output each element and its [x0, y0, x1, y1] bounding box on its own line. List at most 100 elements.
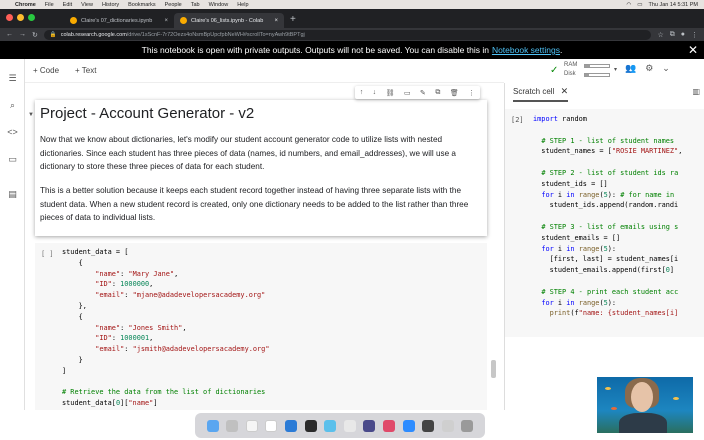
tab-dictionaries[interactable]: Claire's 07_dictionaries.ipynb ×	[64, 13, 174, 28]
menubar-file[interactable]: File	[45, 2, 54, 8]
code-cell-source[interactable]: student_data = [ { "name": "Mary Jane", …	[62, 247, 269, 409]
screenshot-icon[interactable]	[422, 419, 435, 432]
ram-label: RAM	[564, 62, 578, 68]
window-controls	[6, 14, 35, 21]
cell-toolbar: ↑ ↓ ⛓ ▭ ✎ ⧉ 🗑 ⋮	[355, 86, 480, 99]
menubar-window[interactable]: Window	[209, 2, 229, 8]
grid-view-icon[interactable]: ▥	[692, 87, 700, 96]
scratch-tab-label: Scratch cell	[513, 87, 555, 96]
connected-check-icon: ✓	[550, 65, 559, 76]
reload-icon[interactable]: ↻	[32, 31, 38, 39]
calendar-icon[interactable]	[245, 419, 258, 432]
header-actions: 👥 ⚙ ⌄	[625, 63, 670, 74]
scratch-cell-tab[interactable]: Scratch cell ✕	[513, 86, 569, 102]
close-icon[interactable]: ✕	[688, 43, 698, 57]
menubar-app-name[interactable]: Chrome	[15, 2, 36, 8]
lock-icon: 🔒	[49, 31, 57, 38]
url-path: /drive/1sScnF-7r72Oezs4oNsmBpUpcfpbNeWH#…	[126, 31, 305, 38]
notebook-main: ↑ ↓ ⛓ ▭ ✎ ⧉ 🗑 ⋮ ▼ Project - Account Gene…	[25, 83, 504, 410]
finder-icon[interactable]	[206, 419, 219, 432]
chevron-down-icon[interactable]: ⌄	[662, 63, 670, 74]
wifi-icon[interactable]: ◠	[626, 2, 631, 8]
maximize-window-button[interactable]	[28, 14, 35, 21]
launchpad-icon[interactable]	[226, 419, 239, 432]
disk-usage-bar	[584, 73, 610, 77]
colab-sidebar: ☰ ⌕ <> ▭ ▤	[0, 59, 25, 410]
code-snippets-icon[interactable]: <>	[7, 127, 18, 138]
vscode-icon[interactable]	[284, 419, 297, 432]
more-icon[interactable]: ⋮	[468, 89, 475, 97]
edit-icon[interactable]: ✎	[420, 89, 426, 97]
address-bar-row: ← → ↻ 🔒 colab.research.google.com /drive…	[0, 28, 704, 41]
add-code-button[interactable]: + Code	[33, 66, 59, 75]
minimize-window-button[interactable]	[17, 14, 24, 21]
chrome-icon[interactable]	[265, 419, 278, 432]
scratch-exec-count: [2]	[511, 116, 524, 124]
app-store-icon[interactable]	[324, 419, 337, 432]
tab-close-icon[interactable]: ×	[274, 18, 278, 24]
trash-icon[interactable]	[461, 419, 474, 432]
slack-icon[interactable]	[382, 419, 395, 432]
collapse-section-icon[interactable]: ▼	[28, 112, 34, 118]
menubar-view[interactable]: View	[81, 2, 93, 8]
url-field[interactable]: 🔒 colab.research.google.com /drive/1sScn…	[43, 29, 652, 40]
new-tab-button[interactable]: +	[284, 13, 302, 28]
move-up-icon[interactable]: ↑	[360, 89, 364, 96]
close-window-button[interactable]	[6, 14, 13, 21]
comment-icon[interactable]: ▭	[404, 89, 411, 97]
delete-icon[interactable]: 🗑	[450, 89, 459, 97]
menubar-clock[interactable]: Thu Jan 14 5:31 PM	[648, 2, 698, 8]
back-icon[interactable]: ←	[6, 31, 13, 38]
forward-icon[interactable]: →	[19, 31, 26, 38]
link-icon[interactable]: ⛓	[386, 89, 395, 97]
zoom-icon[interactable]	[402, 419, 415, 432]
menubar-people[interactable]: People	[165, 2, 182, 8]
notes-icon[interactable]	[343, 419, 356, 432]
search-icon[interactable]: ⌕	[7, 100, 18, 111]
battery-icon[interactable]: ▭	[637, 2, 642, 8]
menubar-help[interactable]: Help	[237, 2, 248, 8]
settings-icon[interactable]: ⚙	[645, 63, 653, 74]
macos-menubar: Chrome File Edit View History Bookmarks …	[0, 0, 704, 9]
menubar-bookmarks[interactable]: Bookmarks	[128, 2, 156, 8]
bookmark-star-icon[interactable]: ☆	[657, 31, 663, 39]
browser-tab-strip: Claire's 07_dictionaries.ipynb × Claire'…	[0, 9, 704, 28]
banner-message: This notebook is open with private outpu…	[141, 45, 489, 55]
extensions-icon[interactable]: ⧉	[670, 31, 675, 39]
code-cell-exec-count[interactable]: [ ]	[41, 250, 54, 258]
scratch-panel: Scratch cell ✕ ▥ [2] import random # STE…	[504, 83, 704, 410]
tab-title: Claire's 06_lists.ipynb - Colab	[191, 17, 264, 24]
chrome-menu-icon[interactable]: ⋮	[691, 31, 698, 39]
banner-suffix: .	[559, 45, 563, 55]
files-icon[interactable]: ▭	[7, 154, 18, 165]
tab-title: Claire's 07_dictionaries.ipynb	[81, 17, 153, 24]
colab-favicon-icon	[180, 17, 187, 24]
profile-icon[interactable]: ●	[681, 31, 685, 38]
tab-close-icon[interactable]: ×	[164, 18, 168, 24]
scratch-code-source[interactable]: import random # STEP 1 - list of student…	[533, 114, 682, 319]
private-outputs-banner: This notebook is open with private outpu…	[0, 41, 704, 59]
tab-lists[interactable]: Claire's 06_lists.ipynb - Colab ×	[174, 13, 284, 28]
table-of-contents-icon[interactable]: ☰	[7, 73, 18, 84]
section-title: Project - Account Generator - v2	[40, 105, 255, 122]
resource-monitor[interactable]: ✓ RAM Disk ▾	[548, 61, 618, 81]
menubar-history[interactable]: History	[102, 2, 119, 8]
add-text-button[interactable]: + Text	[75, 66, 96, 75]
messenger-icon[interactable]	[363, 419, 376, 432]
copy-icon[interactable]: ⧉	[435, 89, 440, 97]
webcam-overlay	[597, 377, 693, 433]
preview-icon[interactable]	[441, 419, 454, 432]
person-add-icon[interactable]: 👥	[625, 63, 636, 74]
chevron-down-icon[interactable]: ▾	[614, 66, 617, 73]
close-icon[interactable]: ✕	[561, 86, 569, 96]
menubar-edit[interactable]: Edit	[63, 2, 72, 8]
terminal-icon[interactable]: ▤	[7, 189, 18, 200]
terminal-app-icon[interactable]	[304, 419, 317, 432]
menubar-tab[interactable]: Tab	[191, 2, 200, 8]
disk-label: Disk	[564, 71, 576, 77]
ram-usage-bar	[584, 64, 610, 68]
notebook-settings-link[interactable]: Notebook settings	[492, 45, 560, 55]
notebook-scrollbar[interactable]	[491, 360, 496, 378]
notebook-toolbar: + Code + Text	[25, 59, 504, 83]
move-down-icon[interactable]: ↓	[373, 89, 377, 96]
